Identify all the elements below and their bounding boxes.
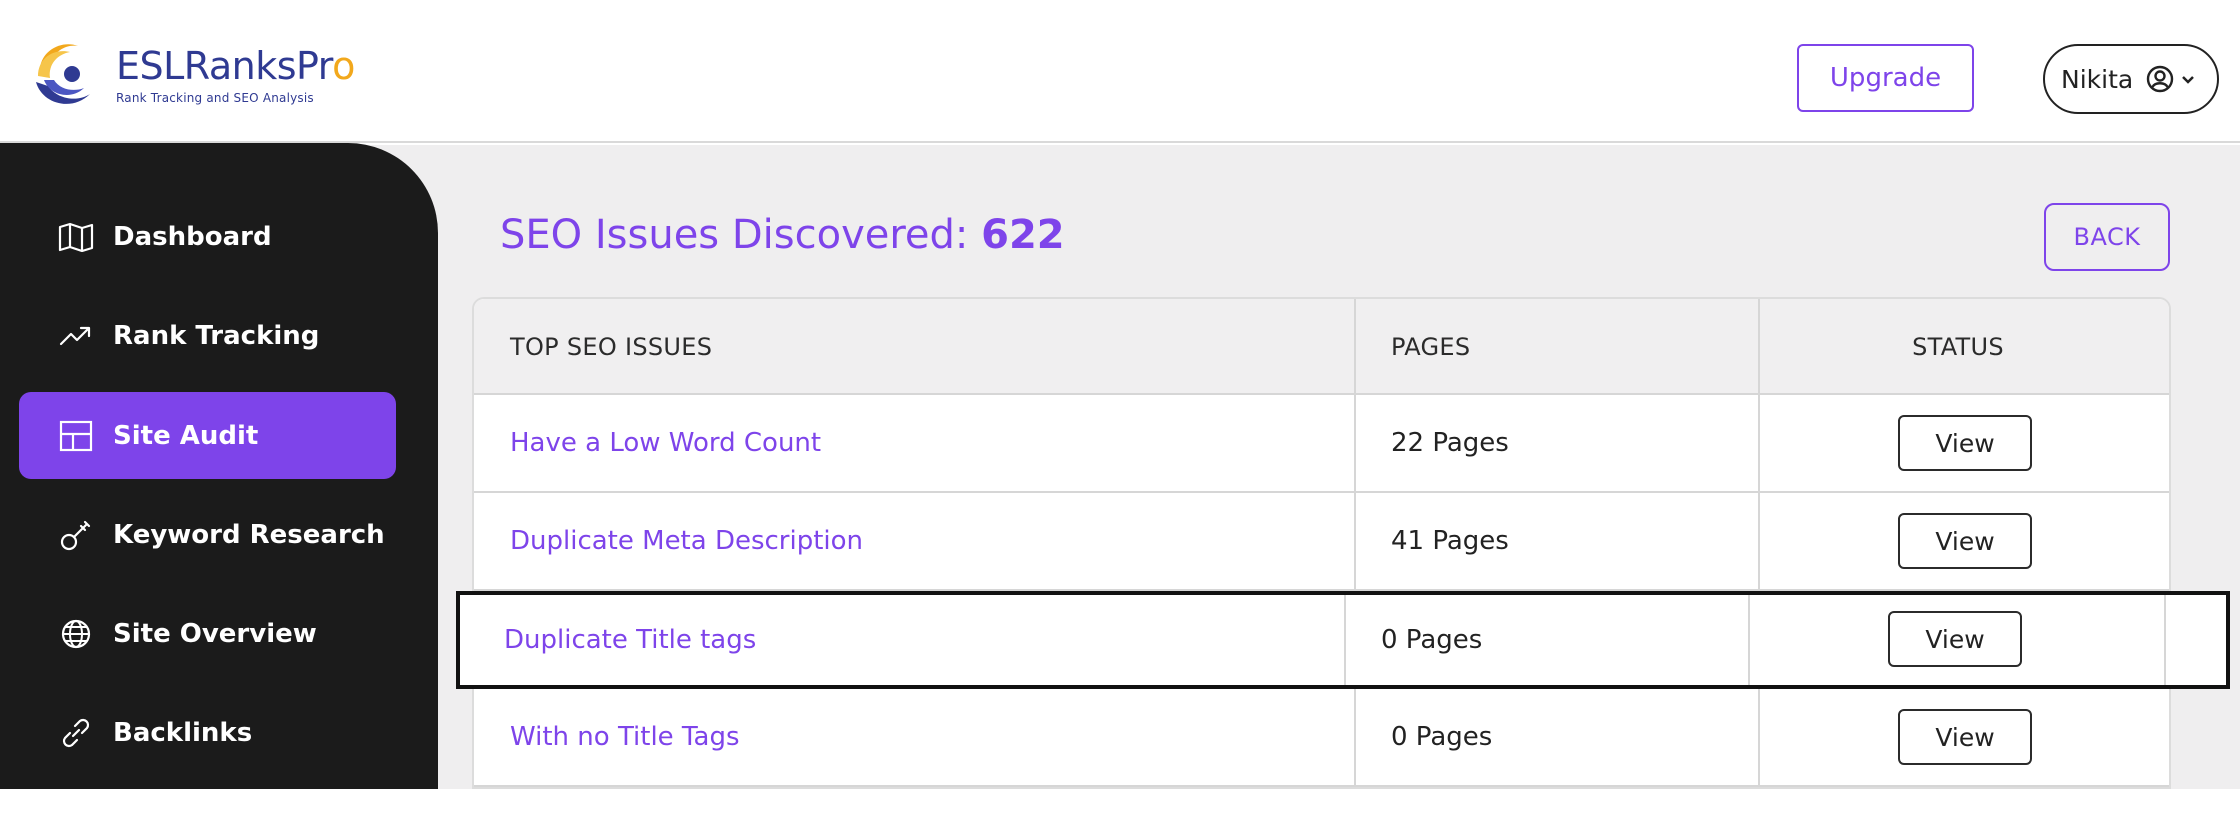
view-button[interactable]: View xyxy=(1898,513,2032,569)
sidebar-item-label: Site Overview xyxy=(113,618,317,649)
issue-link[interactable]: Have a Low Word Count xyxy=(510,395,821,491)
sidebar-item-label: Site Audit xyxy=(113,420,259,451)
view-button[interactable]: View xyxy=(1898,709,2032,765)
sidebar-item-label: Dashboard xyxy=(113,221,272,252)
key-icon xyxy=(57,516,95,554)
table-row-highlighted: Duplicate Title tags 0 Pages View xyxy=(456,591,2230,689)
table-header: TOP SEO ISSUES PAGES STATUS xyxy=(474,299,2169,395)
layout-icon xyxy=(57,417,95,455)
table-row: Have a Low Word Count 22 Pages View xyxy=(474,395,2169,493)
issue-link[interactable]: Duplicate Meta Description xyxy=(510,493,863,589)
sidebar-item-dashboard[interactable]: Dashboard xyxy=(19,193,396,280)
sidebar-item-label: Rank Tracking xyxy=(113,320,320,351)
pages-count: 0 Pages xyxy=(1391,722,1493,752)
pages-count: 41 Pages xyxy=(1391,526,1509,556)
user-circle-icon xyxy=(2147,65,2174,93)
sidebar-item-keyword-research[interactable]: Keyword Research xyxy=(19,491,396,578)
pages-count: 0 Pages xyxy=(1381,625,1483,655)
top-header: ESLRanksPro Rank Tracking and SEO Analys… xyxy=(0,0,2240,143)
back-button[interactable]: BACK xyxy=(2044,203,2170,271)
brand-tagline: Rank Tracking and SEO Analysis xyxy=(116,91,314,105)
seo-issues-table: TOP SEO ISSUES PAGES STATUS Have a Low W… xyxy=(472,297,2171,789)
column-header-status: STATUS xyxy=(1912,333,2004,361)
sidebar-item-label: Backlinks xyxy=(113,717,253,748)
bottom-edge xyxy=(0,789,2240,817)
brand-name: ESLRanksPro xyxy=(116,44,355,88)
sidebar-item-site-overview[interactable]: Site Overview xyxy=(19,590,396,677)
sidebar-item-rank-tracking[interactable]: Rank Tracking xyxy=(19,292,396,379)
column-header-pages: PAGES xyxy=(1391,333,1471,361)
sidebar: Dashboard Rank Tracking Site Audit Keywo… xyxy=(0,143,438,789)
column-header-issues: TOP SEO ISSUES xyxy=(510,333,713,361)
globe-icon xyxy=(57,615,95,653)
column-divider xyxy=(1758,299,1760,787)
upgrade-button[interactable]: Upgrade xyxy=(1797,44,1974,112)
issue-link[interactable]: Duplicate Title tags xyxy=(504,595,756,685)
column-divider xyxy=(1354,299,1356,787)
chevron-down-icon xyxy=(2182,76,2195,84)
page-title: SEO Issues Discovered: 622 xyxy=(500,212,1065,258)
table-row: Duplicate Meta Description 41 Pages View xyxy=(474,493,2169,591)
column-divider xyxy=(2164,595,2166,685)
user-menu-button[interactable]: Nikita xyxy=(2043,44,2219,114)
trending-up-icon xyxy=(57,317,95,355)
issue-link[interactable]: With no Title Tags xyxy=(510,689,740,785)
user-name: Nikita xyxy=(2061,64,2134,94)
view-button[interactable]: View xyxy=(1888,611,2022,667)
map-icon xyxy=(57,218,95,256)
column-divider xyxy=(1344,595,1346,685)
sidebar-item-label: Keyword Research xyxy=(113,519,385,550)
issue-count: 622 xyxy=(981,212,1065,258)
pages-count: 22 Pages xyxy=(1391,428,1509,458)
sidebar-item-site-audit[interactable]: Site Audit xyxy=(19,392,396,479)
logo-icon xyxy=(36,44,90,104)
table-row: With no Title Tags 0 Pages View xyxy=(474,689,2169,787)
column-divider xyxy=(1748,595,1750,685)
link-icon xyxy=(57,714,95,752)
brand-logo[interactable]: ESLRanksPro Rank Tracking and SEO Analys… xyxy=(32,38,355,112)
view-button[interactable]: View xyxy=(1898,415,2032,471)
sidebar-item-backlinks[interactable]: Backlinks xyxy=(19,689,396,776)
